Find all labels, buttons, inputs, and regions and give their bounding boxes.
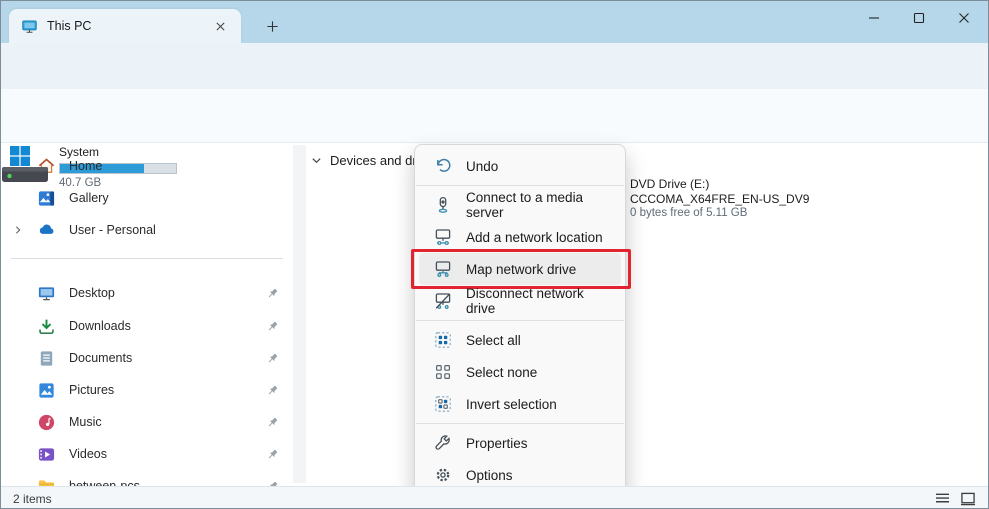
new-tab-button[interactable]	[259, 14, 285, 38]
tab-title: This PC	[47, 19, 209, 33]
menu-item-invert-selection[interactable]: Invert selection	[419, 388, 621, 420]
sidebar-item-gallery[interactable]: Gallery	[7, 182, 287, 214]
toolbar: New Sort	[1, 89, 988, 143]
pin-icon	[266, 287, 279, 300]
sidebar-item-label: User - Personal	[69, 223, 287, 237]
sidebar-scrollbar-track[interactable]	[293, 145, 306, 483]
menu-item-label: Select all	[466, 333, 521, 348]
pin-icon	[266, 416, 279, 429]
hard-drive-windows-icon	[1, 145, 51, 185]
menu-item-properties[interactable]: Properties	[419, 427, 621, 459]
onedrive-cloud-icon	[37, 221, 56, 240]
pin-icon	[266, 384, 279, 397]
menu-item-label: Select none	[466, 365, 537, 380]
dvd-free-space: 0 bytes free of 5.11 GB	[630, 206, 809, 221]
titlebar: This PC	[1, 1, 988, 43]
menu-item-undo[interactable]: Undo	[419, 150, 621, 182]
downloads-icon	[37, 317, 56, 336]
add-network-location-icon	[433, 227, 453, 247]
menu-item-label: Disconnect network drive	[466, 286, 609, 316]
file-explorer-window: This PC	[0, 0, 989, 509]
close-button[interactable]	[942, 1, 986, 35]
desktop-icon	[37, 284, 56, 303]
dvd-volume-label: CCCOMA_X64FRE_EN-US_DV9	[630, 192, 809, 207]
menu-item-add-network-location[interactable]: Add a network location	[419, 221, 621, 253]
sidebar-item-label: Desktop	[69, 286, 266, 300]
music-icon	[37, 413, 56, 432]
menu-item-select-all[interactable]: Select all	[419, 324, 621, 356]
pin-icon	[266, 448, 279, 461]
pin-icon	[266, 352, 279, 365]
sidebar-item-music[interactable]: Music	[7, 406, 287, 438]
select-all-icon	[433, 330, 453, 350]
large-thumbnails-view-icon[interactable]	[960, 492, 976, 506]
sidebar-item-videos[interactable]: Videos	[7, 438, 287, 470]
sidebar-item-label: Home	[69, 159, 287, 173]
menu-item-label: Properties	[466, 436, 528, 451]
menu-item-select-none[interactable]: Select none	[419, 356, 621, 388]
sidebar-item-label: Pictures	[69, 383, 266, 397]
map-network-drive-icon	[433, 259, 453, 279]
items-count: 2 items	[13, 492, 935, 506]
pictures-icon	[37, 381, 56, 400]
sidebar-item-label: Gallery	[69, 191, 287, 205]
sidebar-item-label: between-pcs	[69, 479, 266, 486]
videos-icon	[37, 445, 56, 464]
menu-separator	[416, 185, 624, 186]
sidebar-item-label: Music	[69, 415, 266, 429]
folder-icon	[37, 477, 56, 487]
menu-item-label: Invert selection	[466, 397, 557, 412]
chevron-expanded-icon[interactable]	[311, 155, 322, 166]
dvd-drive-name: DVD Drive (E:)	[630, 177, 809, 192]
select-none-icon	[433, 362, 453, 382]
gear-icon	[433, 465, 453, 485]
menu-item-label: Undo	[466, 159, 498, 174]
menu-item-label: Add a network location	[466, 230, 603, 245]
sidebar-item-label: Videos	[69, 447, 266, 461]
tab-this-pc[interactable]: This PC	[9, 9, 241, 43]
disconnect-network-drive-icon	[433, 291, 453, 311]
menu-item-map-network-drive[interactable]: Map network drive	[419, 253, 621, 285]
maximize-button[interactable]	[897, 1, 941, 35]
menu-item-label: Connect to a media server	[466, 190, 609, 220]
tab-close-icon[interactable]	[209, 15, 231, 37]
drive-tile-dvd[interactable]: DVD Drive (E:) CCCOMA_X64FRE_EN-US_DV9 0…	[630, 177, 809, 221]
menu-item-label: Options	[466, 468, 513, 483]
menu-separator	[416, 320, 624, 321]
minimize-button[interactable]	[852, 1, 896, 35]
sidebar-item-onedrive-personal[interactable]: User - Personal	[7, 214, 287, 246]
sidebar-item-desktop[interactable]: Desktop	[7, 277, 287, 309]
pin-icon	[266, 320, 279, 333]
see-more-context-menu: Undo Connect to a media server Add a net…	[414, 144, 626, 497]
menu-item-connect-media-server[interactable]: Connect to a media server	[419, 189, 621, 221]
sidebar-item-documents[interactable]: Documents	[7, 342, 287, 374]
address-row: This PC	[1, 43, 988, 89]
media-server-icon	[433, 195, 453, 215]
menu-separator	[416, 423, 624, 424]
undo-icon	[433, 156, 453, 176]
menu-item-label: Map network drive	[466, 262, 576, 277]
documents-icon	[37, 349, 56, 368]
details-view-icon[interactable]	[935, 492, 950, 505]
sidebar-item-between-pcs[interactable]: between-pcs	[7, 470, 287, 486]
wrench-icon	[433, 433, 453, 453]
statusbar: 2 items	[1, 486, 988, 509]
sidebar-item-pictures[interactable]: Pictures	[7, 374, 287, 406]
sidebar-divider	[11, 258, 283, 259]
sidebar-item-downloads[interactable]: Downloads	[7, 310, 287, 342]
sidebar-item-label: Documents	[69, 351, 266, 365]
invert-selection-icon	[433, 394, 453, 414]
gallery-icon	[37, 189, 56, 208]
sidebar-item-label: Downloads	[69, 319, 266, 333]
menu-item-disconnect-network-drive[interactable]: Disconnect network drive	[419, 285, 621, 317]
monitor-icon	[21, 18, 38, 35]
